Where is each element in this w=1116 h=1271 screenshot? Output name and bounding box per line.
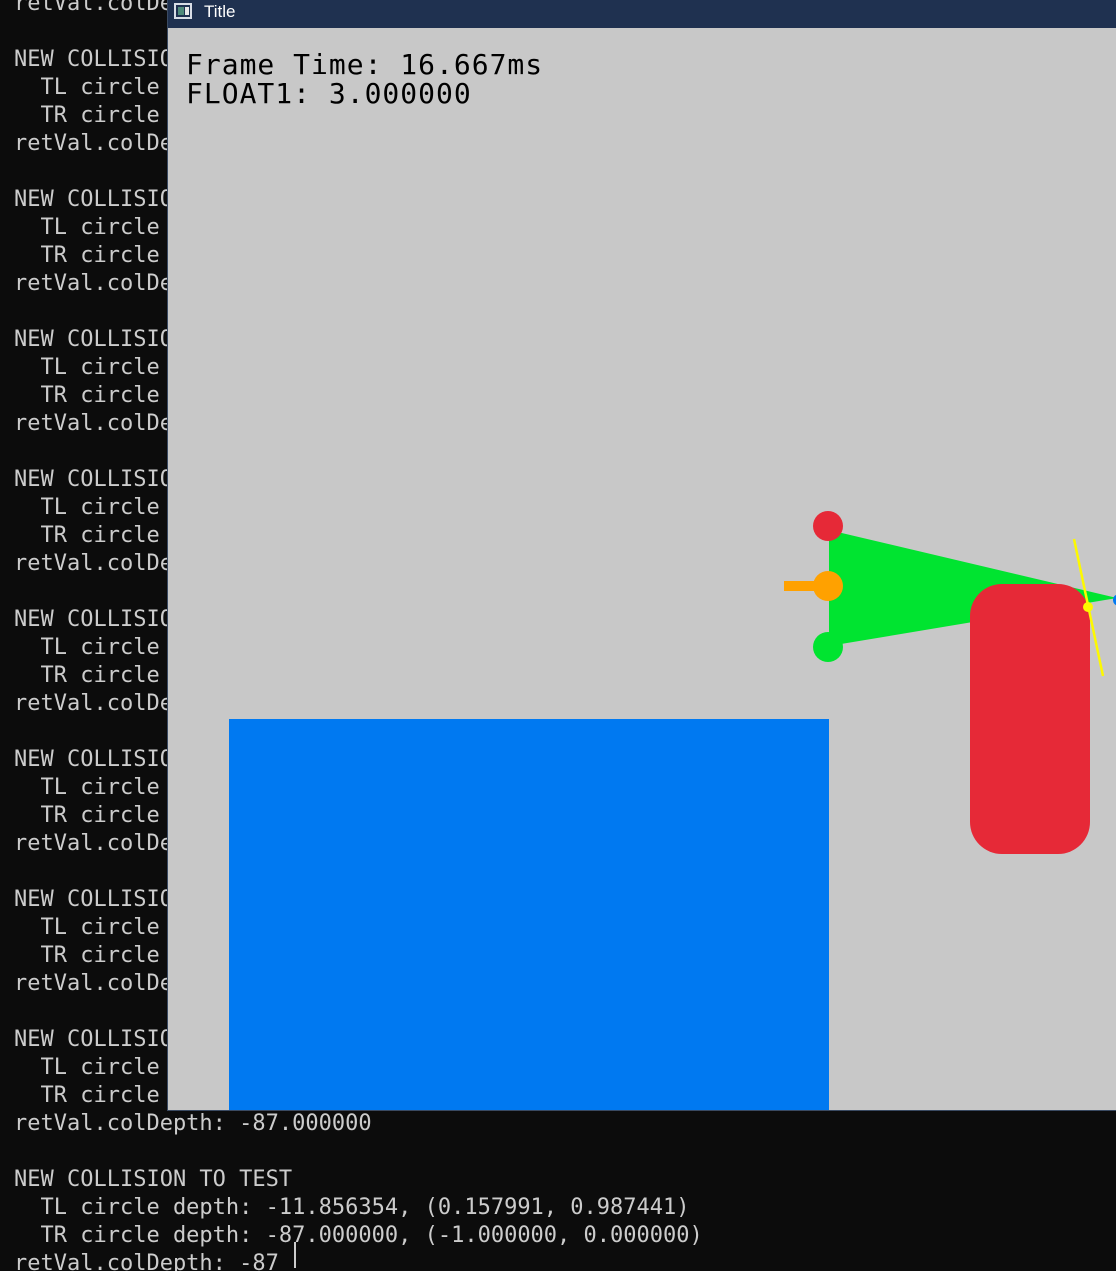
green-vertex-circle (813, 632, 843, 662)
float1-label: FLOAT1: 3.000000 (186, 77, 472, 110)
window-title: Title (204, 2, 236, 21)
console-line: NEW COLLISION TO TEST (14, 1167, 293, 1192)
yellow-contact-point (1083, 602, 1093, 612)
game-window[interactable]: Title Frame Time: 16.667ms FLOAT1: 3.000… (167, 0, 1116, 1111)
console-line: retVal.colDepth: -87 (14, 1251, 279, 1271)
window-app-icon (174, 3, 192, 19)
orange-center-circle (813, 571, 843, 601)
console-line: TR circle depth: -87.000000, (-1.000000,… (14, 1223, 703, 1248)
red-vertex-circle (813, 511, 843, 541)
window-titlebar[interactable]: Title (168, 0, 1116, 28)
scene-svg (229, 511, 1116, 1110)
console-line: TL circle depth: -11.856354, (0.157991, … (14, 1195, 690, 1220)
blue-rectangle (229, 719, 829, 1110)
console-cursor (294, 1242, 296, 1268)
console-line: retVal.colDepth: -87.000000 (14, 1111, 372, 1136)
game-canvas[interactable]: Frame Time: 16.667ms FLOAT1: 3.000000 (168, 28, 1116, 1110)
red-capsule (970, 584, 1090, 854)
